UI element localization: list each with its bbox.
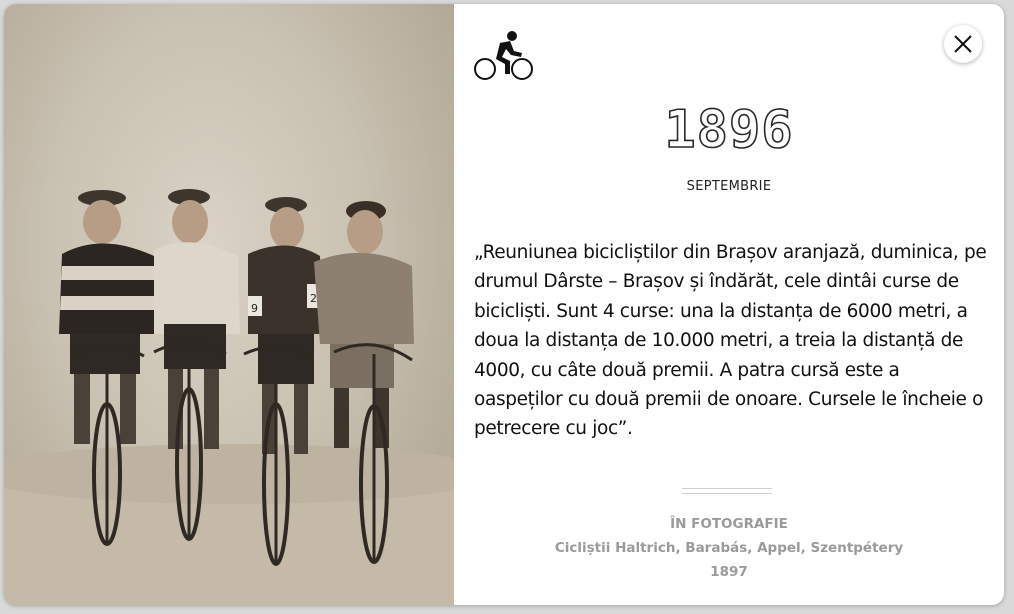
caption-subjects: Cicliștii Haltrich, Barabás, Appel, Szen… [554,540,904,556]
event-card: 16 9 2 1896 SEPTEMBRIE „Reuniunea bicicl… [4,4,1004,605]
historical-photo: 16 9 2 [4,4,454,605]
close-icon [954,35,972,53]
cyclist-3 [248,197,323,454]
event-month: SEPTEMBRIE [686,179,772,194]
event-details-panel: 1896 SEPTEMBRIE „Reuniunea bicicliștilor… [454,4,1004,605]
svg-text:16: 16 [65,284,79,297]
cyclists-photo-image: 16 9 2 [4,189,454,605]
bicycle-rider-icon [474,29,534,81]
caption-year: 1897 [710,564,748,580]
svg-text:9: 9 [251,302,258,315]
svg-text:2: 2 [310,292,317,305]
divider-line [682,493,772,494]
cyclist-4 [314,201,414,448]
caption-heading: ÎN FOTOGRAFIE [670,516,788,532]
close-button[interactable] [944,25,982,63]
event-year: 1896 [664,99,794,161]
event-quote: „Reuniunea bicicliștilor din Brașov aran… [474,242,987,440]
divider-line [682,488,772,489]
